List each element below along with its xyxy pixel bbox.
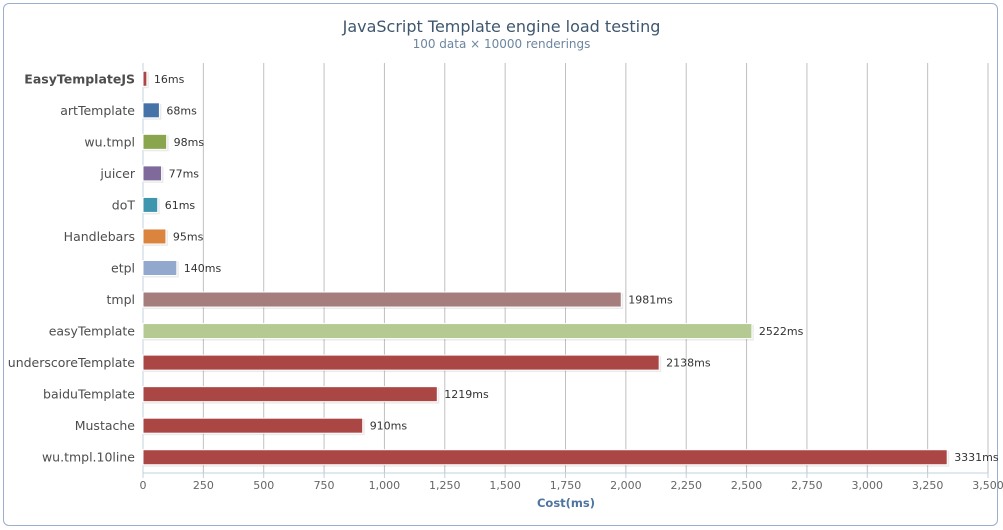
bar[interactable] [142, 323, 753, 340]
bar[interactable] [142, 102, 160, 119]
data-label: 3331ms [954, 451, 999, 464]
x-tick-label: 2,250 [670, 479, 702, 492]
category-label: easyTemplate [49, 324, 136, 339]
category-label: doT [112, 197, 136, 212]
bar[interactable] [142, 291, 622, 308]
x-axis-ticks: 0 250 500 750 1,000 1,250 1,500 1,750 2,000 2,250… [140, 473, 1003, 492]
bar[interactable] [142, 386, 438, 403]
category-label: wu.tmpl.10line [42, 450, 135, 465]
category-label: artTemplate [60, 103, 135, 118]
bar[interactable] [142, 417, 364, 434]
x-tick-label: 2,000 [610, 479, 642, 492]
category-labels: EasyTemplateJS artTemplate wu.tmpl juicer do… [8, 71, 136, 464]
bar-chart: EasyTemplateJS artTemplate wu.tmpl juicer do… [8, 63, 1003, 510]
bar[interactable] [142, 196, 159, 213]
data-label: 98ms [174, 136, 205, 149]
x-tick-label: 2,750 [791, 479, 823, 492]
x-tick-label: 3,250 [912, 479, 944, 492]
data-label: 140ms [184, 262, 222, 275]
category-label: etpl [111, 261, 135, 276]
data-label: 61ms [165, 199, 196, 212]
bar[interactable] [142, 449, 948, 466]
category-label: juicer [99, 166, 135, 181]
bar[interactable] [142, 260, 178, 276]
bar[interactable] [142, 228, 167, 245]
x-tick-label: 1,250 [429, 479, 461, 492]
bar[interactable] [142, 133, 168, 150]
category-label: tmpl [107, 292, 136, 307]
data-label: 16ms [154, 73, 185, 86]
data-label: 95ms [173, 230, 204, 243]
category-label: underscoreTemplate [8, 355, 136, 370]
x-tick-label: 1,500 [489, 479, 521, 492]
data-label: 68ms [166, 104, 197, 117]
data-label: 77ms [169, 167, 200, 180]
data-label: 2522ms [759, 325, 804, 338]
bar[interactable] [142, 70, 148, 87]
x-tick-label: 0 [140, 479, 147, 492]
category-label: Mustache [75, 418, 136, 433]
category-label: Handlebars [64, 229, 135, 244]
data-label: 1981ms [628, 294, 673, 307]
grid-lines [142, 63, 989, 474]
x-axis-title: Cost(ms) [537, 496, 595, 510]
x-tick-label: 2,500 [731, 479, 763, 492]
data-labels: 16ms 68ms 98ms 77ms 61ms 95ms 140ms 1981ms 2522m… [154, 73, 999, 464]
category-label: wu.tmpl [84, 134, 135, 149]
data-label: 1219ms [444, 388, 489, 401]
data-label: 910ms [370, 420, 408, 433]
x-tick-label: 1,750 [550, 479, 582, 492]
x-tick-label: 500 [253, 479, 274, 492]
bar[interactable] [142, 165, 163, 182]
bar[interactable] [142, 354, 660, 371]
x-tick-label: 750 [314, 479, 335, 492]
data-label: 2138ms [666, 357, 711, 370]
x-tick-label: 3,000 [852, 479, 884, 492]
category-label: EasyTemplateJS [24, 71, 135, 86]
x-tick-label: 250 [193, 479, 214, 492]
x-tick-label: 1,000 [369, 479, 401, 492]
category-label: baiduTemplate [43, 387, 135, 402]
x-tick-label: 3,500 [972, 479, 1003, 492]
